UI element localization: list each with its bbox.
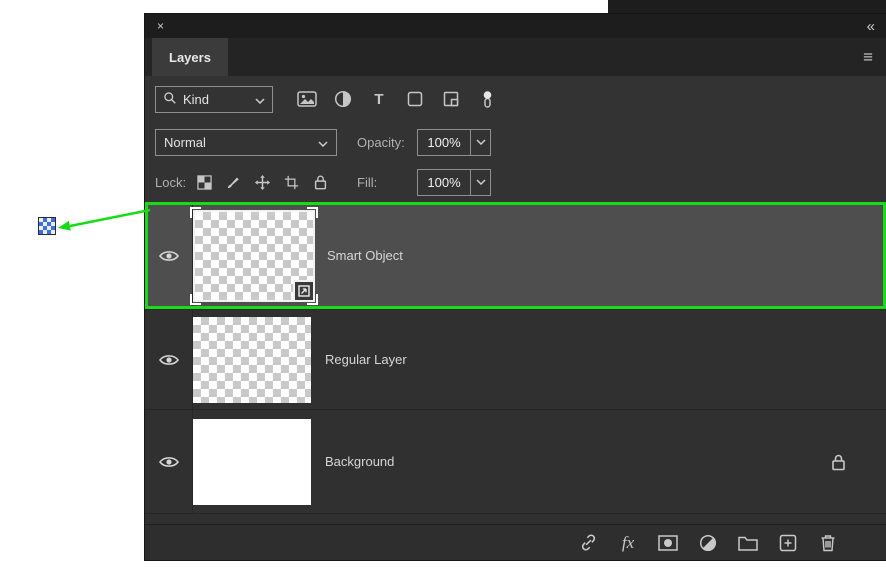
filter-kind-dropdown[interactable]: Kind [155,85,273,113]
tab-layers[interactable]: Layers [152,38,228,76]
add-layer-mask-icon[interactable] [658,533,678,553]
layer-name: Background [325,454,395,469]
thumbnail-corner [190,206,201,218]
visibility-eye-icon[interactable] [145,410,193,513]
lock-label: Lock: [155,174,187,190]
lock-all-icon[interactable] [311,173,329,191]
layer-row-background[interactable]: Background [145,410,886,514]
layer-list: Smart Object Regular Layer Background [145,202,886,524]
smart-object-filter-icon[interactable] [439,87,463,111]
layer-thumbnail-background[interactable] [193,418,311,505]
opacity-field[interactable]: 100% [417,128,491,156]
blend-mode-block: Normal [155,128,345,156]
type-layer-filter-icon[interactable]: T [367,87,391,111]
new-group-folder-icon[interactable] [738,533,758,553]
visibility-eye-icon[interactable] [145,202,193,309]
chevron-down-icon[interactable] [470,129,490,155]
collapse-panels-icon[interactable]: « [867,19,875,34]
adjustment-layer-filter-icon[interactable] [331,87,355,111]
new-adjustment-layer-icon[interactable] [698,533,718,553]
thumbnail-corner [307,206,318,218]
layer-filter-bar: Kind T [145,76,886,122]
chevron-down-icon [318,135,328,150]
lock-position-move-icon[interactable] [253,173,271,191]
pixel-layer-filter-icon[interactable] [295,87,319,111]
filter-toggle-switch-icon[interactable] [475,87,499,111]
layers-panel: × « Layers ≡ Kind T Normal Opacity: 100%… [145,14,886,560]
fill-field[interactable]: 100% [417,168,491,196]
filter-kind-label: Kind [183,91,210,107]
opacity-value: 100% [427,134,461,150]
filter-type-buttons: T [295,87,499,111]
layer-row-regular-layer[interactable]: Regular Layer [145,310,886,410]
close-panel-icon[interactable]: × [157,20,164,32]
panel-tab-bar: Layers ≡ [145,38,886,76]
fill-label: Fill: [357,174,378,190]
delete-layer-trash-icon[interactable] [818,533,838,553]
blend-mode-dropdown[interactable]: Normal [155,128,337,156]
layer-row-smart-object[interactable]: Smart Object [145,202,886,310]
type-filter-glyph: T [374,90,384,108]
layer-name: Smart Object [327,248,403,263]
fill-value: 100% [427,174,461,190]
chevron-down-icon [255,92,265,107]
lock-buttons-block: Lock: [155,173,345,191]
app-window-edge [608,0,886,14]
link-layers-icon[interactable] [578,533,598,553]
lock-artboard-icon[interactable] [282,173,300,191]
shape-layer-filter-icon[interactable] [403,87,427,111]
background-lock-icon[interactable] [831,453,846,471]
blend-options-bar: Normal Opacity: 100% [145,122,886,162]
panel-menu-icon[interactable]: ≡ [863,49,873,66]
fx-label: fx [621,532,635,552]
layers-panel-toolbar: fx [145,524,886,560]
lock-transparency-icon[interactable] [195,173,213,191]
tab-layers-label: Layers [169,49,211,65]
layer-list-empty-area [145,514,886,524]
panel-dock-header: × « [145,14,886,38]
layer-effects-fx-button[interactable]: fx [618,533,638,553]
search-icon [163,91,177,108]
minimized-smart-object-thumbnail-icon [38,217,56,235]
layer-thumbnail-regular[interactable] [193,316,311,403]
new-layer-icon[interactable] [778,533,798,553]
layer-thumbnail-smart-object[interactable] [190,206,318,305]
layer-name: Regular Layer [325,352,407,367]
lock-buttons [195,173,329,191]
opacity-label: Opacity: [357,134,405,150]
lock-image-brush-icon[interactable] [224,173,242,191]
chevron-down-icon[interactable] [470,169,490,195]
smart-object-badge-icon [293,279,315,302]
photoshop-layers-screenshot: × « Layers ≡ Kind T Normal Opacity: 100%… [0,0,886,574]
thumbnail-corner [190,293,201,305]
lock-options-bar: Lock: Fill: 100% [145,162,886,202]
visibility-eye-icon[interactable] [145,310,193,409]
blend-mode-value: Normal [164,134,206,150]
